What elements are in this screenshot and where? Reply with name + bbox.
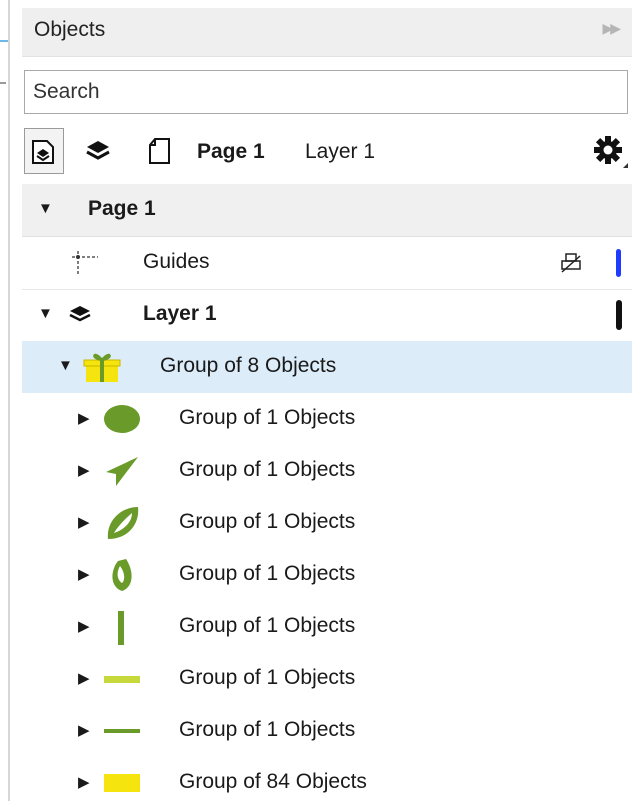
child-label: Group of 1 Objects [179, 666, 356, 689]
tree-row-guides[interactable]: Guides [22, 237, 632, 290]
line-shape-icon [104, 729, 140, 733]
tree-row-child[interactable]: ▶ Group of 1 Objects [22, 653, 632, 705]
printer-disabled-icon[interactable] [560, 252, 584, 274]
tree-row-child[interactable]: ▶ Group of 1 Objects [22, 393, 632, 445]
child-label: Group of 1 Objects [179, 406, 356, 429]
collapsed-arrow-icon[interactable]: ▶ [78, 565, 90, 583]
tree-row-child[interactable]: ▶ Group of 84 Objects [22, 757, 632, 809]
drop-shape-icon [112, 559, 132, 591]
expand-arrow-icon[interactable]: ▼ [38, 305, 53, 322]
gear-button[interactable] [590, 132, 630, 172]
search-input[interactable] [24, 70, 628, 114]
guides-color-swatch[interactable] [616, 249, 621, 277]
child-label: Group of 1 Objects [179, 458, 356, 481]
current-page-label: Page 1 [197, 140, 265, 163]
current-layer-label: Layer 1 [305, 140, 376, 163]
page-layer-view-icon [32, 140, 54, 164]
rectangle-shape-icon [104, 774, 140, 792]
child-label: Group of 84 Objects [179, 770, 367, 793]
collapsed-arrow-icon[interactable]: ▶ [78, 669, 90, 687]
ellipse-shape-icon [104, 405, 140, 433]
guides-icon [72, 251, 98, 275]
child-label: Group of 1 Objects [179, 510, 356, 533]
expand-arrow-icon[interactable]: ▼ [58, 357, 73, 374]
panel-title-bar: Objects ▶▶ [22, 8, 632, 57]
tree-row-child[interactable]: ▶ Group of 1 Objects [22, 497, 632, 549]
tree-row-page[interactable]: ▼ Page 1 [22, 184, 632, 237]
objects-toolbar: Page 1 Layer 1 [22, 126, 632, 178]
objects-panel: Objects ▶▶ Page 1 Layer 1 [22, 0, 632, 801]
panel-title: Objects [34, 18, 106, 41]
page-view-button[interactable] [140, 128, 180, 174]
child-label: Group of 1 Objects [179, 614, 356, 637]
collapsed-arrow-icon[interactable]: ▶ [78, 461, 90, 479]
left-edge-strip [0, 0, 22, 801]
guides-label: Guides [143, 250, 210, 273]
tree-row-child[interactable]: ▶ Group of 1 Objects [22, 601, 632, 653]
collapsed-arrow-icon[interactable]: ▶ [78, 617, 90, 635]
tree-row-child[interactable]: ▶ Group of 1 Objects [22, 549, 632, 601]
collapsed-arrow-icon[interactable]: ▶ [78, 513, 90, 531]
expand-arrow-icon[interactable]: ▼ [38, 200, 53, 217]
collapsed-arrow-icon[interactable]: ▶ [78, 721, 90, 739]
layer-icon [69, 306, 91, 322]
ruler-tick [0, 82, 6, 84]
leaf-shape-icon [107, 507, 139, 539]
child-label: Group of 1 Objects [179, 718, 356, 741]
page-layer-view-button[interactable] [24, 128, 64, 174]
layer-node-label: Layer 1 [143, 302, 217, 325]
tree-row-child[interactable]: ▶ Group of 1 Objects [22, 445, 632, 497]
page-view-icon [149, 138, 170, 164]
tree-row-layer[interactable]: ▼ Layer 1 [22, 289, 632, 341]
panel-divider [8, 0, 10, 801]
gear-icon [594, 136, 628, 168]
layer-view-icon [86, 141, 110, 160]
page-node-label: Page 1 [88, 197, 156, 220]
collapsed-arrow-icon[interactable]: ▶ [78, 409, 90, 427]
tree-row-group[interactable]: ▼ Group of 8 Objects [22, 341, 632, 393]
group-node-label: Group of 8 Objects [160, 354, 337, 377]
horizontal-bar-shape-icon [104, 676, 140, 683]
vertical-bar-shape-icon [118, 611, 124, 645]
child-label: Group of 1 Objects [179, 562, 356, 585]
layer-view-button[interactable] [78, 128, 118, 174]
group-icon [83, 353, 121, 382]
arrowhead-shape-icon [106, 457, 138, 486]
ruler-tick [0, 40, 8, 42]
tree-row-child[interactable]: ▶ Group of 1 Objects [22, 705, 632, 757]
double-chevron-right-icon[interactable]: ▶▶ [602, 20, 620, 37]
collapsed-arrow-icon[interactable]: ▶ [78, 773, 90, 791]
layer-color-swatch[interactable] [616, 300, 622, 330]
